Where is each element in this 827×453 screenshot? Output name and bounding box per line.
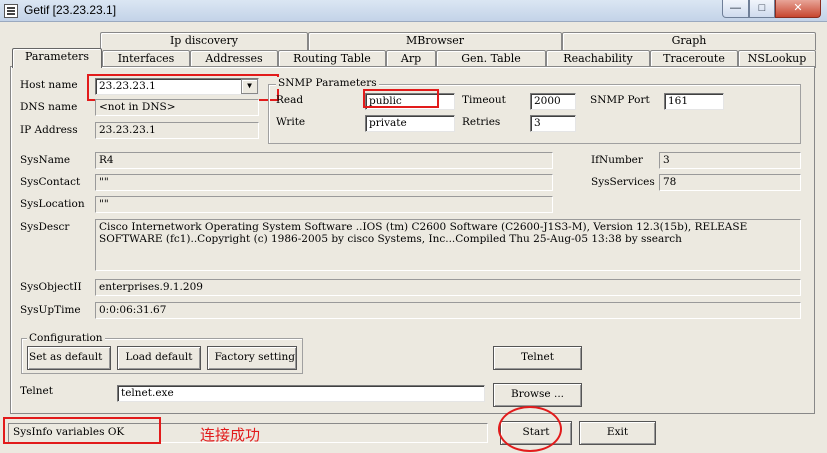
telnet-button[interactable]: Telnet xyxy=(493,346,582,370)
timeout-field[interactable]: 2000 xyxy=(530,93,576,110)
dns-name-value: <not in DNS> xyxy=(95,99,259,116)
sysname-value: R4 xyxy=(95,152,553,169)
syscontact-label: SysContact xyxy=(20,176,81,188)
sysservices-label: SysServices xyxy=(591,176,655,188)
configuration-title: Configuration xyxy=(27,332,105,344)
load-default-button[interactable]: Load default xyxy=(117,346,201,370)
tab-parameters[interactable]: Parameters xyxy=(12,48,102,68)
window-title: Getif [23.23.23.1] xyxy=(24,3,117,17)
sysobjectid-value: enterprises.9.1.209 xyxy=(95,279,801,296)
title-bar[interactable]: Getif [23.23.23.1] xyxy=(0,0,827,22)
retries-label: Retries xyxy=(462,116,501,128)
factory-setting-button[interactable]: Factory setting xyxy=(207,346,297,370)
browse-button[interactable]: Browse ... xyxy=(493,383,582,407)
syslocation-value: "" xyxy=(95,196,553,213)
highlight-host-name xyxy=(87,74,279,101)
timeout-label: Timeout xyxy=(462,94,506,106)
ip-address-value: 23.23.23.1 xyxy=(95,122,259,139)
host-name-label: Host name xyxy=(20,79,78,91)
tab-mbrowser[interactable]: MBrowser xyxy=(308,32,562,50)
tab-graph[interactable]: Graph xyxy=(562,32,816,50)
exit-button[interactable]: Exit xyxy=(579,421,656,445)
highlight-status xyxy=(3,417,161,444)
syslocation-label: SysLocation xyxy=(20,198,85,210)
minimize-button[interactable]: — xyxy=(722,0,749,18)
sysname-label: SysName xyxy=(20,154,71,166)
set-as-default-button[interactable]: Set as default xyxy=(27,346,111,370)
retries-field[interactable]: 3 xyxy=(530,115,576,132)
snmp-parameters-title: SNMP Parameters xyxy=(276,77,379,89)
close-button[interactable]: ✕ xyxy=(775,0,821,18)
ifnumber-value: 3 xyxy=(659,152,801,169)
syscontact-value: "" xyxy=(95,174,553,191)
sysobjectid-label: SysObjectII xyxy=(20,281,82,293)
sysdescr-line-1: Cisco Internetwork Operating System Soft… xyxy=(99,221,748,233)
telnet-label: Telnet xyxy=(20,385,53,397)
maximize-button[interactable]: □ xyxy=(749,0,775,18)
annotation-text: 连接成功 xyxy=(200,426,261,444)
sysservices-value: 78 xyxy=(659,174,801,191)
sysuptime-value: 0:0:06:31.67 xyxy=(95,302,801,319)
snmp-port-label: SNMP Port xyxy=(590,94,650,106)
write-label: Write xyxy=(276,116,306,128)
sysdescr-label: SysDescr xyxy=(20,221,70,233)
ip-address-label: IP Address xyxy=(20,124,78,136)
write-community-field[interactable]: private xyxy=(365,115,455,132)
sysuptime-label: SysUpTime xyxy=(20,304,81,316)
ifnumber-label: IfNumber xyxy=(591,154,643,166)
sysdescr-line-2: SOFTWARE (fc1)..Copyright (c) 1986-2005 … xyxy=(99,233,682,245)
telnet-program-field[interactable]: telnet.exe xyxy=(117,385,485,402)
highlight-read-community xyxy=(363,89,439,108)
read-label: Read xyxy=(276,94,304,106)
tab-ip-discovery[interactable]: Ip discovery xyxy=(100,32,308,50)
sysdescr-value: Cisco Internetwork Operating System Soft… xyxy=(95,219,801,271)
snmp-port-field[interactable]: 161 xyxy=(664,93,724,110)
dns-name-label: DNS name xyxy=(20,101,78,113)
app-icon xyxy=(4,4,18,18)
highlight-start xyxy=(498,406,562,452)
